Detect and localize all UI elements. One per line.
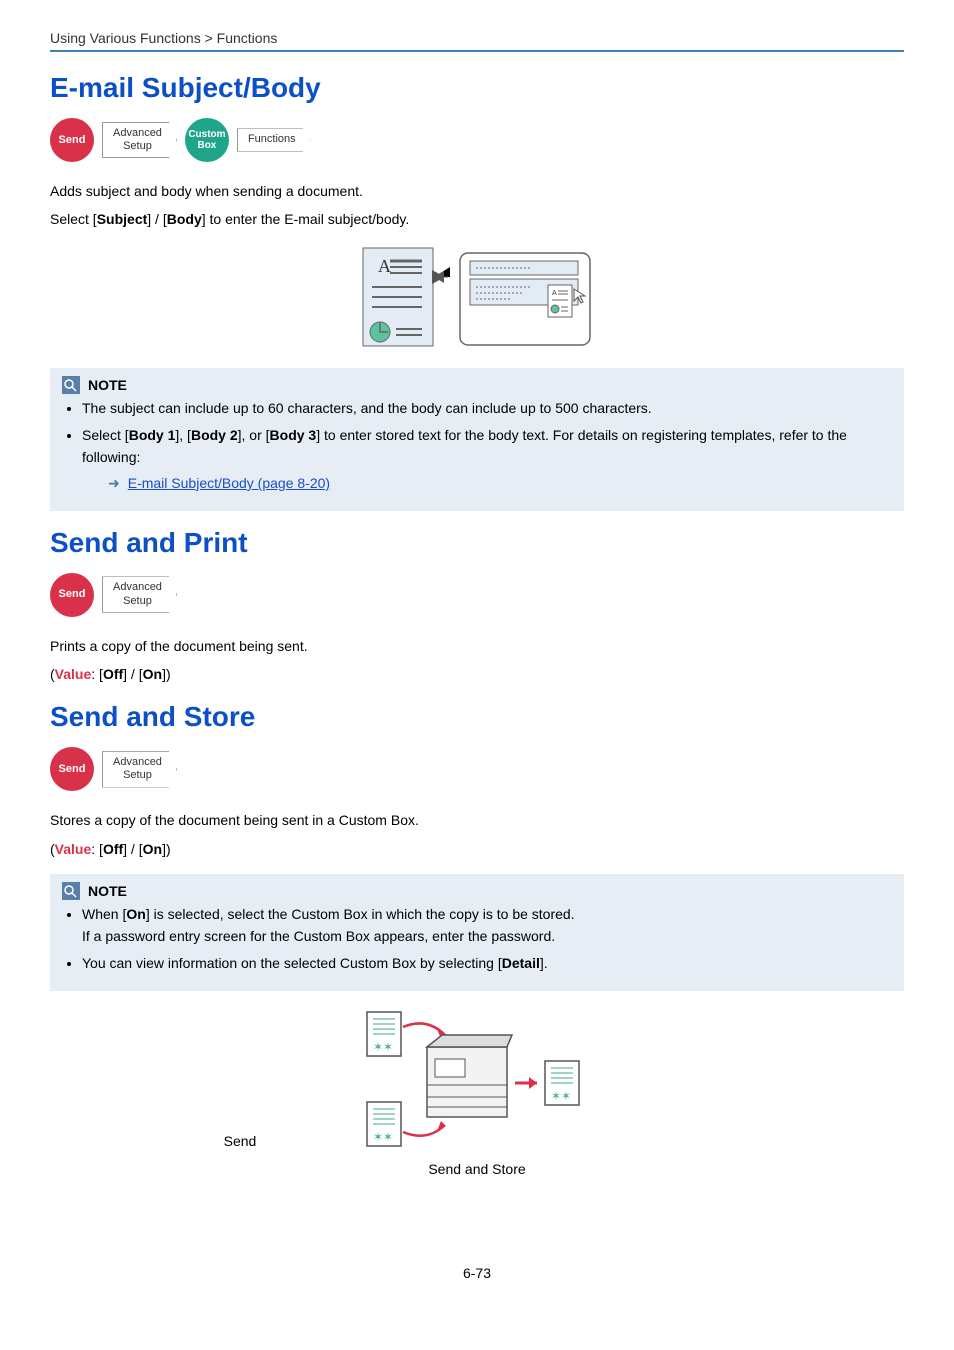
svg-text:A: A <box>552 290 557 297</box>
send-pill: Send <box>50 118 94 162</box>
breadcrumb: Using Various Functions > Functions <box>50 30 904 46</box>
svg-text:✶✶: ✶✶ <box>373 1040 393 1054</box>
advanced-setup-tag-3: Advanced Setup <box>102 751 177 787</box>
cb-l1: Custom <box>188 129 225 140</box>
s3-value-line: (Value: [Off] / [On]) <box>50 838 904 860</box>
s2-line1: Prints a copy of the document being sent… <box>50 635 904 657</box>
page-number: 6-73 <box>50 1265 904 1281</box>
pill-row-1: Send Advanced Setup CustomBox Functions <box>50 118 904 162</box>
cb-l2: Box <box>197 140 216 151</box>
send-store-illustration: ✶✶ ✶✶ <box>50 1007 904 1177</box>
note-box-2: NOTE When [On] is selected, select the C… <box>50 874 904 991</box>
header-rule <box>50 50 904 52</box>
svg-text:A: A <box>378 256 391 276</box>
section-title-sendprint: Send and Print <box>50 527 904 559</box>
advanced-setup-tag: Advanced Setup <box>102 122 177 158</box>
functions-tag: Functions <box>237 128 311 151</box>
section-title-email: E-mail Subject/Body <box>50 72 904 104</box>
diag-sendstore-label: Send and Store <box>50 1161 904 1177</box>
note-label-2: NOTE <box>88 883 127 899</box>
pill-row-3: Send Advanced Setup <box>50 747 904 791</box>
note1-item2: Select [Body 1], [Body 2], or [Body 3] t… <box>82 425 892 494</box>
pill-row-2: Send Advanced Setup <box>50 573 904 617</box>
arrow-icon: ➜ <box>108 473 120 495</box>
custom-box-pill: CustomBox <box>185 118 229 162</box>
note-label: NOTE <box>88 377 127 393</box>
send-pill-2: Send <box>50 573 94 617</box>
note2-item1: When [On] is selected, select the Custom… <box>82 904 892 947</box>
note1-item1: The subject can include up to 60 charact… <box>82 398 892 420</box>
note-icon <box>62 376 80 394</box>
svg-text:✶✶: ✶✶ <box>551 1089 571 1103</box>
note2-item2: You can view information on the selected… <box>82 953 892 975</box>
adv-line2: Setup <box>123 140 152 152</box>
send-pill-3: Send <box>50 747 94 791</box>
svg-text:✶✶: ✶✶ <box>373 1130 393 1144</box>
adv-line1: Advanced <box>113 127 162 139</box>
section-title-sendstore: Send and Store <box>50 701 904 733</box>
diag-send-label: Send <box>190 1133 290 1149</box>
s1-line2: Select [Subject] / [Body] to enter the E… <box>50 208 904 230</box>
xref-link-email[interactable]: E-mail Subject/Body (page 8-20) <box>128 473 330 495</box>
note-box-1: NOTE The subject can include up to 60 ch… <box>50 368 904 511</box>
s3-line1: Stores a copy of the document being sent… <box>50 809 904 831</box>
s1-line1: Adds subject and body when sending a doc… <box>50 180 904 202</box>
note-icon-2 <box>62 882 80 900</box>
email-body-illustration: A <box>50 247 904 352</box>
advanced-setup-tag-2: Advanced Setup <box>102 576 177 612</box>
s2-value-line: (Value: [Off] / [On]) <box>50 663 904 685</box>
